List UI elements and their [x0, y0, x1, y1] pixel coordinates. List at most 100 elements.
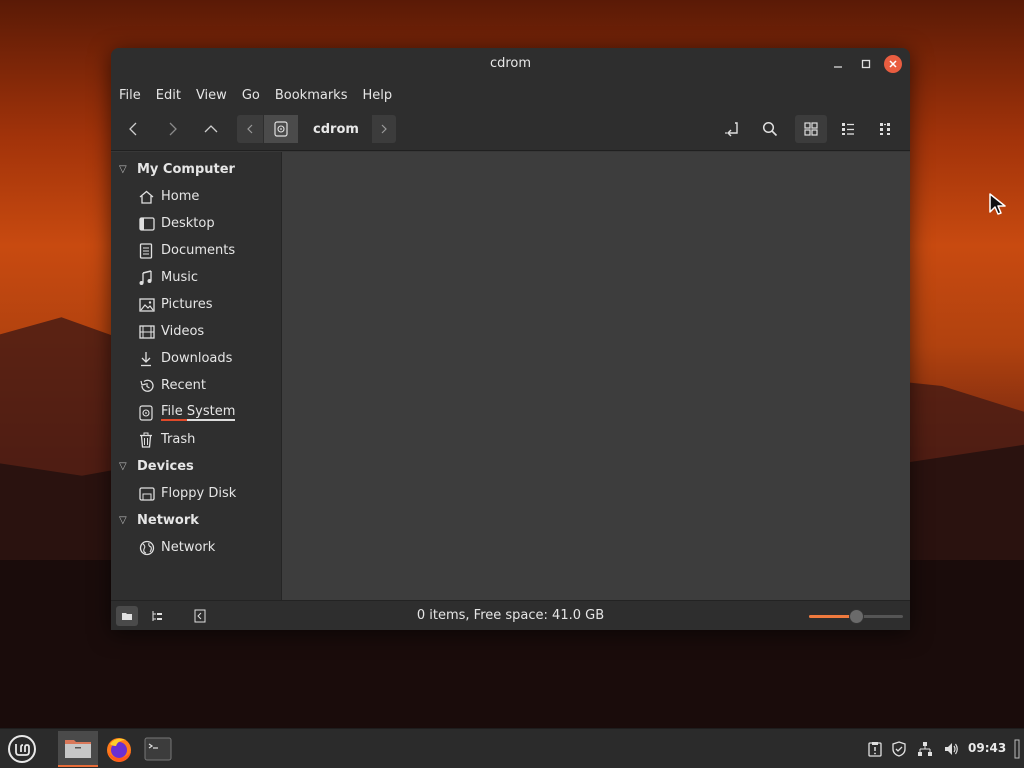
documents-icon [139, 242, 161, 259]
music-icon [139, 269, 161, 286]
search-button[interactable] [757, 115, 783, 143]
tray-volume-button[interactable] [942, 739, 960, 759]
sidebar-item-pictures[interactable]: Pictures [111, 291, 281, 318]
clipboard-alert-icon [868, 742, 882, 757]
folder-icon [65, 740, 91, 758]
tray-network-button[interactable] [916, 739, 934, 759]
breadcrumb-current[interactable]: cdrom [301, 115, 371, 143]
chevron-right-icon [169, 122, 177, 136]
back-button[interactable] [121, 115, 145, 143]
title-bar[interactable]: cdrom [111, 48, 910, 81]
terminal-icon [144, 737, 172, 761]
start-menu-button[interactable] [4, 731, 40, 767]
sidebar-section-my-computer[interactable]: ▽ My Computer [111, 156, 281, 183]
zoom-slider-handle[interactable] [849, 609, 864, 624]
sidebar-section-title: My Computer [137, 162, 235, 177]
mint-logo-icon [8, 735, 36, 763]
sidebar-section-title: Network [137, 513, 199, 528]
sidebar-item-desktop[interactable]: Desktop [111, 210, 281, 237]
trash-icon [139, 432, 161, 448]
mouse-cursor [988, 192, 1008, 222]
taskbar: 09:43 [0, 728, 1024, 768]
network-icon [139, 540, 161, 556]
chevron-left-icon [247, 124, 253, 134]
toolbar: cdrom [111, 109, 910, 151]
show-desktop-button[interactable] [1012, 739, 1022, 759]
forward-button[interactable] [161, 115, 185, 143]
taskbar-firefox-button[interactable] [100, 731, 138, 767]
sidebar-item-videos[interactable]: Videos [111, 318, 281, 345]
sidebar-item-downloads[interactable]: Downloads [111, 345, 281, 372]
status-bar: 0 items, Free space: 41.0 GB [111, 600, 910, 630]
breadcrumb-scroll-right[interactable] [372, 115, 396, 143]
videos-icon [139, 324, 161, 340]
show-desktop-icon [1014, 739, 1020, 759]
maximize-icon [861, 59, 871, 69]
file-view-area[interactable] [282, 152, 910, 600]
sidebar-item-trash[interactable]: Trash [111, 426, 281, 453]
firefox-icon [107, 738, 131, 762]
file-manager-window: cdrom File Edit View Go Bookmarks Help c… [111, 48, 910, 630]
list-icon [842, 123, 854, 135]
shield-icon [892, 741, 906, 757]
window-body: ▽ My Computer Home Desktop Documents Mus… [111, 152, 910, 600]
icon-view-button[interactable] [795, 115, 827, 143]
sidebar-item-documents[interactable]: Documents [111, 237, 281, 264]
filesystem-icon [139, 404, 161, 421]
toggle-location-button[interactable] [719, 115, 745, 143]
desktop-icon [139, 216, 161, 232]
minimize-icon [834, 66, 842, 68]
menu-help[interactable]: Help [362, 88, 392, 103]
menu-bar: File Edit View Go Bookmarks Help [111, 81, 910, 109]
up-button[interactable] [199, 115, 223, 143]
search-icon [762, 121, 778, 137]
chevron-down-icon: ▽ [119, 515, 127, 526]
chevron-up-icon [204, 125, 218, 133]
menu-bookmarks[interactable]: Bookmarks [275, 88, 348, 103]
chevron-right-icon [381, 124, 387, 134]
optical-drive-icon [274, 121, 288, 137]
sidebar-item-home[interactable]: Home [111, 183, 281, 210]
close-button[interactable] [884, 55, 902, 73]
sidebar-item-file-system[interactable]: File System [111, 399, 281, 426]
chevron-down-icon: ▽ [119, 164, 127, 175]
maximize-button[interactable] [857, 55, 875, 73]
recent-icon [139, 378, 161, 394]
tray-update-manager-button[interactable] [890, 739, 908, 759]
chevron-down-icon: ▽ [119, 461, 127, 472]
pictures-icon [139, 297, 161, 313]
home-icon [139, 189, 161, 205]
sidebar: ▽ My Computer Home Desktop Documents Mus… [111, 152, 282, 600]
menu-file[interactable]: File [119, 88, 141, 103]
sidebar-item-recent[interactable]: Recent [111, 372, 281, 399]
close-icon [889, 60, 897, 68]
sidebar-section-title: Devices [137, 459, 194, 474]
location-entry-icon [725, 122, 738, 137]
network-wired-icon [918, 742, 932, 756]
minimize-button[interactable] [829, 55, 847, 73]
sidebar-item-network[interactable]: Network [111, 534, 281, 561]
tray-notes-button[interactable] [866, 739, 884, 759]
breadcrumb-scroll-left[interactable] [237, 115, 263, 143]
zoom-slider[interactable] [809, 609, 903, 624]
chevron-left-icon [129, 122, 137, 136]
floppy-icon [139, 486, 161, 502]
breadcrumb-drive-button[interactable] [264, 115, 298, 143]
downloads-icon [139, 351, 161, 367]
window-title: cdrom [489, 56, 532, 71]
list-view-button[interactable] [835, 115, 861, 143]
sidebar-item-music[interactable]: Music [111, 264, 281, 291]
taskbar-files-button[interactable] [58, 731, 98, 767]
sidebar-section-devices[interactable]: ▽ Devices [111, 453, 281, 480]
menu-edit[interactable]: Edit [156, 88, 181, 103]
compact-view-button[interactable] [873, 115, 899, 143]
taskbar-clock[interactable]: 09:43 [968, 741, 1006, 755]
volume-icon [945, 743, 958, 755]
sidebar-item-floppy-disk[interactable]: Floppy Disk [111, 480, 281, 507]
sidebar-section-network[interactable]: ▽ Network [111, 507, 281, 534]
menu-go[interactable]: Go [242, 88, 260, 103]
grid-icon [804, 122, 818, 136]
taskbar-terminal-button[interactable] [140, 731, 176, 767]
compact-list-icon [880, 123, 890, 135]
menu-view[interactable]: View [196, 88, 227, 103]
